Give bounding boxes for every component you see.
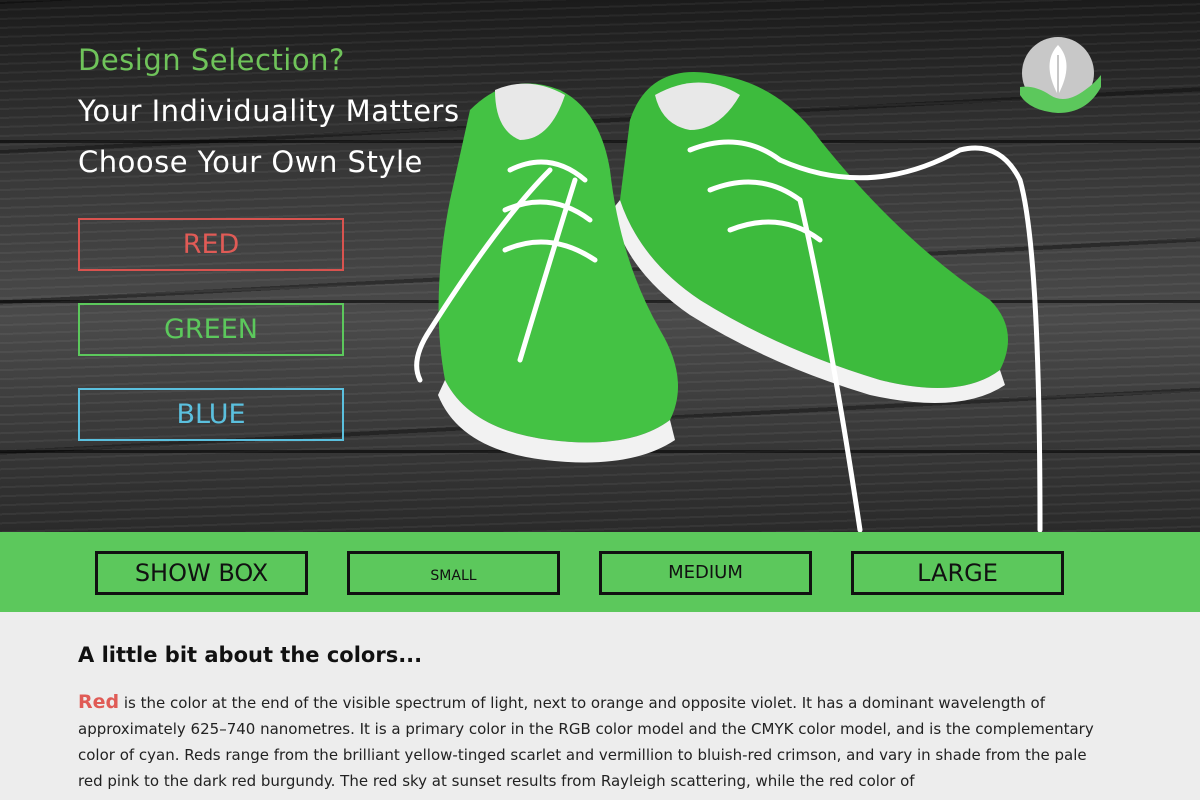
size-selection-bar: SHOW BOX SMALL MEDIUM LARGE	[0, 532, 1200, 612]
large-size-button[interactable]: LARGE	[851, 551, 1064, 595]
blue-color-button[interactable]: BLUE	[78, 388, 344, 441]
hero-title: Design Selection?	[78, 43, 345, 77]
red-color-button[interactable]: RED	[78, 218, 344, 271]
paragraph-text: is the color at the end of the visible s…	[78, 694, 1094, 790]
leaf-hand-logo-icon[interactable]	[1015, 35, 1101, 115]
about-paragraph: Red is the color at the end of the visib…	[78, 689, 1108, 794]
hero-banner: Design Selection? Your Individuality Mat…	[0, 0, 1200, 532]
hero-headline: Design Selection? Your Individuality Mat…	[78, 35, 460, 188]
show-box-button[interactable]: SHOW BOX	[95, 551, 308, 595]
green-color-button[interactable]: GREEN	[78, 303, 344, 356]
hero-tagline: Choose Your Own Style	[78, 145, 423, 179]
lead-word: Red	[78, 691, 120, 713]
small-size-button[interactable]: SMALL	[347, 551, 560, 595]
about-colors-section: A little bit about the colors... Red is …	[78, 643, 1108, 794]
hero-subtitle: Your Individuality Matters	[78, 94, 460, 128]
green-sneakers-image	[414, 72, 1043, 532]
about-heading: A little bit about the colors...	[78, 643, 423, 667]
medium-size-button[interactable]: MEDIUM	[599, 551, 812, 595]
